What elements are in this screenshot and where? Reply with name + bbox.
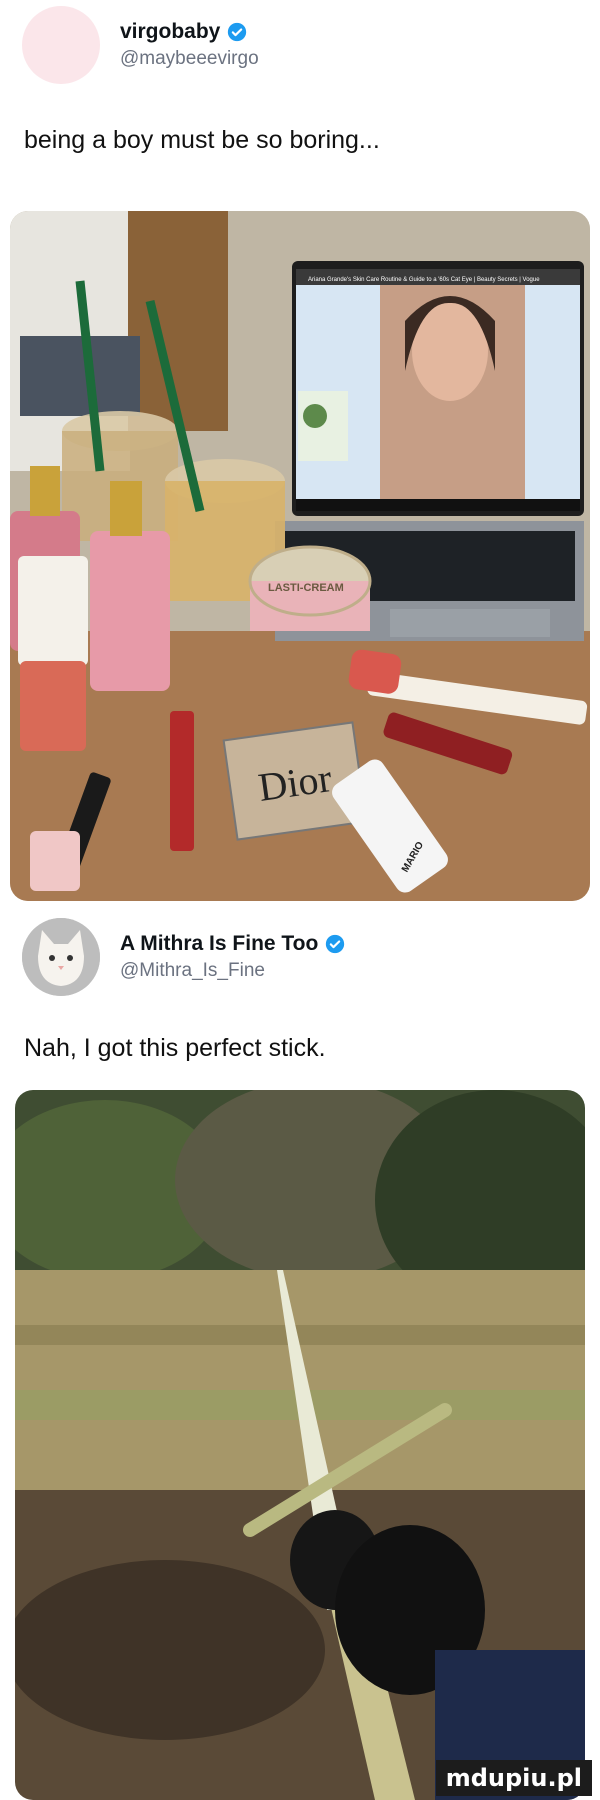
tweet2-header: A Mithra Is Fine Too @Mithra_Is_Fine xyxy=(22,918,345,996)
cat-avatar-icon xyxy=(22,918,100,996)
verified-badge-icon xyxy=(228,22,247,42)
watermark: mdupiu.pl xyxy=(435,1760,592,1796)
tweet-text: being a boy must be so boring... xyxy=(24,126,380,154)
handle[interactable]: @maybeeevirgo xyxy=(120,48,259,70)
avatar[interactable] xyxy=(22,918,100,996)
stick-photo-illustration xyxy=(15,1090,585,1800)
tweet2-author: A Mithra Is Fine Too @Mithra_Is_Fine xyxy=(120,932,345,982)
tweet1-header: virgobaby @maybeeevirgo xyxy=(22,6,259,84)
tweet1-author: virgobaby @maybeeevirgo xyxy=(120,20,259,70)
video-title: Ariana Grande's Skin Care Routine & Guid… xyxy=(308,277,540,283)
makeup-photo[interactable]: Ariana Grande's Skin Care Routine & Guid… xyxy=(10,211,590,901)
display-name[interactable]: A Mithra Is Fine Too xyxy=(120,932,318,956)
verified-badge-icon xyxy=(326,934,345,954)
avatar[interactable] xyxy=(22,6,100,84)
display-name[interactable]: virgobaby xyxy=(120,20,220,44)
jar-label: LASTI-CREAM xyxy=(268,582,344,594)
tweet-text: Nah, I got this perfect stick. xyxy=(24,1034,326,1062)
makeup-photo-illustration: Ariana Grande's Skin Care Routine & Guid… xyxy=(10,211,590,901)
stick-photo[interactable] xyxy=(15,1090,585,1800)
handle[interactable]: @Mithra_Is_Fine xyxy=(120,960,345,982)
